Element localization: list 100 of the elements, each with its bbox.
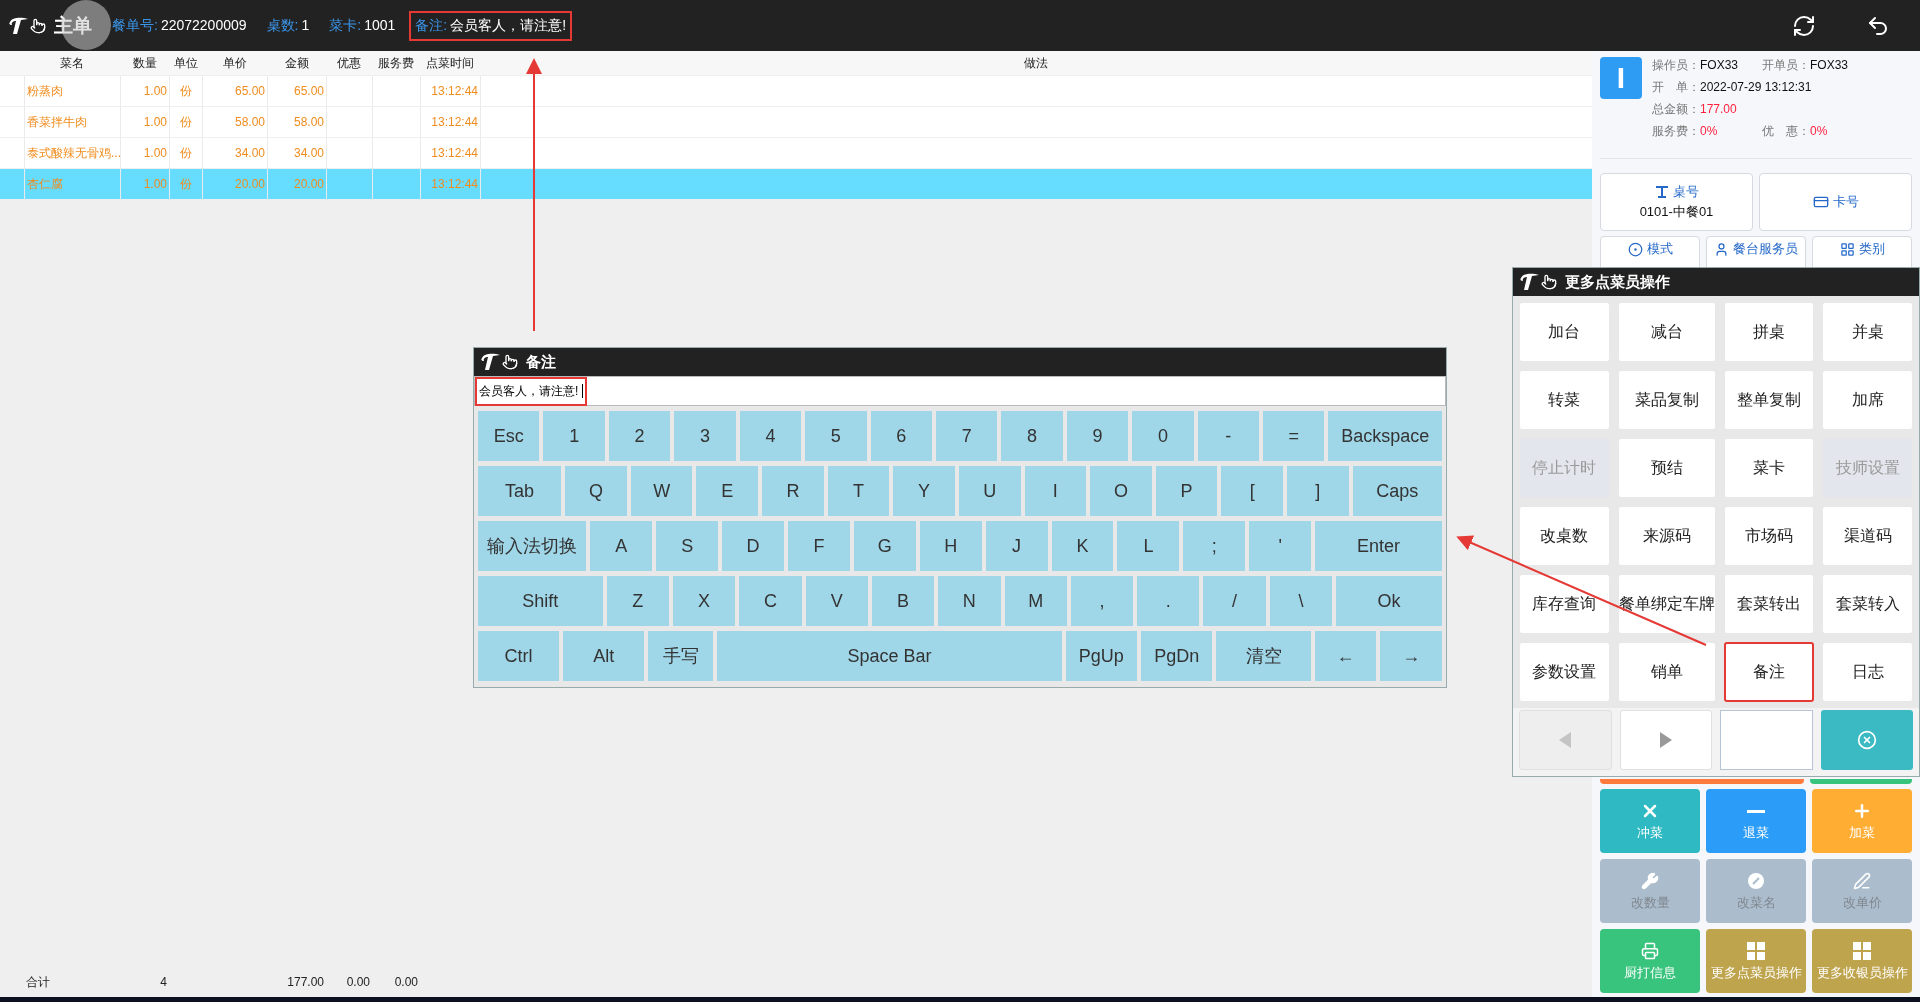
keyboard-key[interactable]: U (958, 466, 1021, 516)
keyboard-key[interactable]: Ctrl (478, 631, 560, 681)
keyboard-key[interactable]: H (919, 521, 982, 571)
keyboard-key[interactable]: V (805, 576, 868, 626)
keyboard-key[interactable]: Q (565, 466, 627, 516)
operation-button[interactable]: 备注 (1723, 642, 1815, 702)
keyboard-key[interactable]: , (1070, 576, 1134, 626)
keyboard-key[interactable]: 1 (543, 411, 605, 461)
keyboard-key[interactable]: M (1004, 576, 1067, 626)
keyboard-key[interactable]: O (1090, 466, 1152, 516)
operation-button[interactable]: 加席 (1822, 370, 1913, 430)
keyboard-key[interactable]: Caps (1352, 466, 1443, 516)
keyboard-key[interactable]: ' (1249, 521, 1312, 571)
operation-button[interactable]: 拼桌 (1723, 302, 1815, 362)
keyboard-key[interactable]: Y (893, 466, 955, 516)
keyboard-key[interactable]: J (985, 521, 1048, 571)
keyboard-key[interactable]: W (630, 466, 693, 516)
keyboard-key[interactable]: X (672, 576, 736, 626)
operation-button[interactable]: 销单 (1617, 642, 1716, 702)
keyboard-key[interactable]: . (1137, 576, 1200, 626)
operation-button[interactable]: 来源码 (1617, 506, 1716, 566)
total-discount: 0.00 (345, 975, 371, 989)
keyboard-key[interactable]: 0 (1132, 411, 1194, 461)
keyboard-key[interactable]: 8 (1001, 411, 1063, 461)
keyboard-key[interactable]: S (656, 521, 719, 571)
next-page-button[interactable] (1619, 710, 1712, 770)
operation-button[interactable]: 市场码 (1723, 506, 1815, 566)
keyboard-key[interactable]: Ok (1336, 576, 1442, 626)
note-text: 会员客人，请注意! (475, 376, 588, 406)
close-button[interactable] (1820, 710, 1913, 770)
keyboard-key[interactable]: E (696, 466, 759, 516)
target-icon (1627, 241, 1643, 257)
keyboard-key[interactable]: L (1117, 521, 1180, 571)
keyboard-key[interactable]: Tab (478, 466, 562, 516)
operation-button[interactable]: 菜品复制 (1617, 370, 1716, 430)
info-field: 开单员：FOX33 (1762, 57, 1872, 74)
keyboard-key[interactable]: 6 (870, 411, 932, 461)
operation-button[interactable]: 餐单绑定车牌 (1617, 574, 1716, 634)
keyboard-key[interactable]: G (853, 521, 916, 571)
keyboard-key[interactable]: Esc (478, 411, 540, 461)
keyboard-key[interactable]: ; (1183, 521, 1246, 571)
keyboard-key[interactable]: 7 (935, 411, 998, 461)
keyboard-key[interactable]: T (827, 466, 890, 516)
keyboard-key[interactable]: 5 (805, 411, 867, 461)
card-number-button[interactable]: 卡号 (1759, 173, 1912, 231)
operation-button[interactable]: 套菜转入 (1822, 574, 1913, 634)
keyboard-key[interactable]: I (1024, 466, 1087, 516)
keyboard-key[interactable]: ← (1314, 631, 1377, 681)
operation-button[interactable]: 转菜 (1519, 370, 1610, 430)
keyboard-key[interactable]: Space Bar (717, 631, 1062, 681)
keyboard-key[interactable]: → (1380, 631, 1442, 681)
operation-button[interactable]: 减台 (1617, 302, 1716, 362)
keyboard-key[interactable]: 2 (608, 411, 671, 461)
info-field: 优 惠：0% (1762, 123, 1872, 140)
operation-button[interactable]: 加台 (1519, 302, 1610, 362)
keyboard-key[interactable]: D (722, 521, 784, 571)
keyboard-key[interactable]: PgUp (1065, 631, 1137, 681)
note-input-field[interactable]: 会员客人，请注意! (474, 376, 1446, 406)
table-number: 0101-中餐01 (1639, 203, 1714, 221)
keyboard-key[interactable]: Alt (563, 631, 645, 681)
keyboard-key[interactable]: = (1263, 411, 1325, 461)
keyboard-key[interactable]: PgDn (1141, 631, 1213, 681)
keyboard-key[interactable]: ] (1287, 466, 1349, 516)
keyboard-key[interactable]: Enter (1315, 521, 1442, 571)
keyboard-key[interactable]: P (1155, 466, 1218, 516)
operation-button[interactable]: 库存查询 (1519, 574, 1610, 634)
keyboard-key[interactable]: / (1203, 576, 1266, 626)
keyboard-key[interactable]: Shift (478, 576, 603, 626)
operation-button[interactable]: 渠道码 (1822, 506, 1913, 566)
keyboard-key[interactable]: \ (1269, 576, 1333, 626)
keyboard-key[interactable]: B (871, 576, 935, 626)
operation-button[interactable]: 并桌 (1822, 302, 1913, 362)
keyboard-key[interactable]: R (762, 466, 824, 516)
keyboard-key[interactable]: 3 (674, 411, 736, 461)
keyboard-key[interactable]: A (590, 521, 653, 571)
operation-button[interactable]: 预结 (1617, 438, 1716, 498)
info-field: 操作员：FOX33 (1652, 57, 1762, 74)
operation-button[interactable]: 套菜转出 (1723, 574, 1815, 634)
keyboard-key[interactable]: 清空 (1216, 631, 1311, 681)
keyboard-key[interactable]: C (739, 576, 802, 626)
keyboard-key[interactable]: 手写 (648, 631, 714, 681)
keyboard-key[interactable]: N (938, 576, 1001, 626)
keyboard-key[interactable]: F (788, 521, 850, 571)
keyboard-key[interactable]: 4 (739, 411, 802, 461)
operation-button[interactable]: 菜卡 (1723, 438, 1815, 498)
keyboard-key[interactable]: Z (606, 576, 669, 626)
keyboard-key[interactable]: Backspace (1328, 411, 1443, 461)
operation-button[interactable]: 参数设置 (1519, 642, 1610, 702)
table-cell: 份 (169, 169, 202, 199)
keyboard-key[interactable]: K (1051, 521, 1114, 571)
operation-button[interactable]: 整单复制 (1723, 370, 1815, 430)
total-service-fee: 0.00 (393, 975, 419, 989)
operation-button[interactable]: 改桌数 (1519, 506, 1610, 566)
keyboard-key[interactable]: [ (1221, 466, 1284, 516)
keyboard-key[interactable]: 9 (1066, 411, 1129, 461)
keyboard-key[interactable]: 输入法切换 (478, 521, 587, 571)
operation-button[interactable]: 日志 (1822, 642, 1913, 702)
keyboard-key[interactable]: - (1197, 411, 1260, 461)
table-number-button[interactable]: 桌号 0101-中餐01 (1600, 173, 1753, 231)
refresh-icon[interactable] (1792, 13, 1816, 38)
